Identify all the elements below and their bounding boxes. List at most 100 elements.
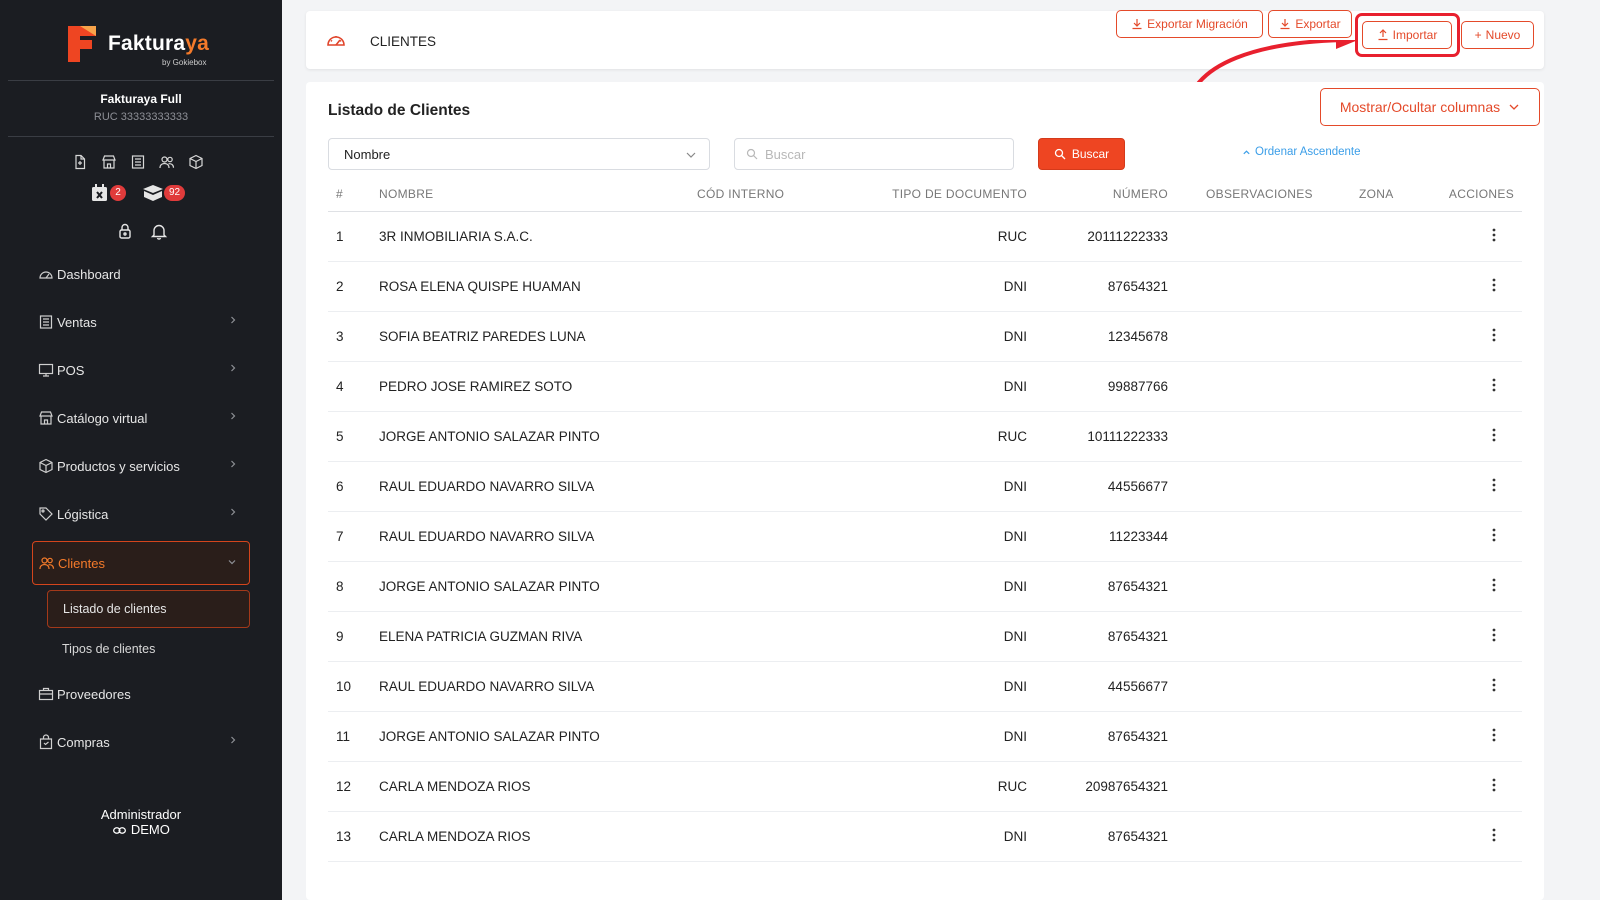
more-actions-icon[interactable] bbox=[1489, 377, 1499, 393]
sidebar-divider bbox=[8, 80, 274, 81]
table-row[interactable]: 9 ELENA PATRICIA GUZMAN RIVA DNI 87654321 bbox=[328, 612, 1522, 662]
box-icon[interactable] bbox=[188, 154, 204, 170]
document-number: 20987654321 bbox=[1085, 779, 1168, 794]
table-row[interactable]: 5 JORGE ANTONIO SALAZAR PINTO RUC 101112223… bbox=[328, 412, 1522, 462]
sidebar-item-catalogo-virtual[interactable]: Catálogo virtual bbox=[32, 396, 250, 440]
sidebar-subitem-label: Listado de clientes bbox=[63, 602, 167, 616]
client-name: ELENA PATRICIA GUZMAN RIVA bbox=[379, 629, 583, 644]
column-header[interactable]: NOMBRE bbox=[379, 187, 433, 201]
sidebar-item-clientes[interactable]: Clientes bbox=[32, 541, 250, 585]
column-header[interactable]: ZONA bbox=[1359, 187, 1394, 201]
document-number: 10111222333 bbox=[1087, 429, 1168, 444]
export-button[interactable]: Exportar bbox=[1268, 10, 1352, 38]
boxes-icon[interactable] bbox=[142, 184, 164, 202]
document-number: 87654321 bbox=[1107, 629, 1168, 644]
search-input[interactable] bbox=[734, 138, 1014, 170]
client-name: CARLA MENDOZA RIOS bbox=[379, 779, 531, 794]
column-header[interactable]: ACCIONES bbox=[1449, 187, 1514, 201]
document-type: DNI bbox=[1003, 679, 1027, 694]
table-row[interactable]: 10 RAUL EDUARDO NAVARRO SILVA DNI 44556677 bbox=[328, 662, 1522, 712]
sidebar-item-label: Catálogo virtual bbox=[57, 410, 148, 426]
download-icon bbox=[1132, 19, 1142, 30]
sidebar-item-ventas[interactable]: Ventas bbox=[32, 300, 250, 344]
sidebar-subitem-tipos-clientes[interactable]: Tipos de clientes bbox=[47, 630, 250, 668]
sidebar-item-label: Ventas bbox=[57, 314, 97, 330]
document-type: DNI bbox=[1003, 829, 1027, 844]
fakturaya-logo-icon bbox=[68, 26, 96, 62]
more-actions-icon[interactable] bbox=[1489, 427, 1499, 443]
store-icon[interactable] bbox=[101, 154, 117, 170]
bag-icon bbox=[39, 734, 53, 750]
row-index: 4 bbox=[336, 379, 344, 394]
client-name: CARLA MENDOZA RIOS bbox=[379, 829, 531, 844]
chevron-down-icon bbox=[1509, 104, 1519, 110]
receipt-icon bbox=[39, 315, 53, 329]
table-row[interactable]: 13 CARLA MENDOZA RIOS DNI 87654321 bbox=[328, 812, 1522, 862]
sidebar-item-label: POS bbox=[57, 362, 85, 378]
more-actions-icon[interactable] bbox=[1489, 477, 1499, 493]
user-name: Administrador bbox=[100, 807, 182, 822]
column-header[interactable]: OBSERVACIONES bbox=[1206, 187, 1313, 201]
table-row[interactable]: 7 RAUL EDUARDO NAVARRO SILVA DNI 11223344 bbox=[328, 512, 1522, 562]
more-actions-icon[interactable] bbox=[1489, 327, 1499, 343]
sort-ascending-link[interactable]: Ordenar Ascendente bbox=[1242, 146, 1361, 158]
table-row[interactable]: 3 SOFIA BEATRIZ PAREDES LUNA DNI 12345678 bbox=[328, 312, 1522, 362]
row-index: 1 bbox=[336, 229, 344, 244]
search-icon bbox=[1054, 148, 1066, 160]
users-icon[interactable] bbox=[159, 154, 175, 170]
file-icon[interactable] bbox=[72, 154, 88, 170]
sidebar-item-pos[interactable]: POS bbox=[32, 348, 250, 392]
more-actions-icon[interactable] bbox=[1489, 627, 1499, 643]
table-row[interactable]: 4 PEDRO JOSE RAMIREZ SOTO DNI 99887766 bbox=[328, 362, 1522, 412]
client-name: PEDRO JOSE RAMIREZ SOTO bbox=[379, 379, 573, 394]
new-client-button[interactable]: + Nuevo bbox=[1461, 21, 1534, 49]
column-header[interactable]: CÓD INTERNO bbox=[697, 187, 784, 201]
sidebar-item-proveedores[interactable]: Proveedores bbox=[32, 672, 250, 716]
document-number: 12345678 bbox=[1107, 329, 1168, 344]
more-actions-icon[interactable] bbox=[1489, 827, 1499, 843]
badge-row: 2 92 bbox=[90, 182, 200, 204]
sidebar-item-compras[interactable]: Compras bbox=[32, 720, 250, 764]
table-row[interactable]: 11 JORGE ANTONIO SALAZAR PINTO DNI 87654321 bbox=[328, 712, 1522, 762]
document-type: DNI bbox=[1003, 329, 1027, 344]
sidebar-item-logistica[interactable]: Lógistica bbox=[32, 492, 250, 536]
more-actions-icon[interactable] bbox=[1489, 277, 1499, 293]
brand-logo[interactable]: Fakturaya by Gokiebox bbox=[66, 24, 226, 72]
document-number: 87654321 bbox=[1107, 829, 1168, 844]
sidebar-item-productos[interactable]: Productos y servicios bbox=[32, 444, 250, 488]
filter-field-select[interactable]: Nombre bbox=[328, 138, 710, 170]
row-index: 9 bbox=[336, 629, 344, 644]
calendar-x-icon[interactable] bbox=[90, 184, 110, 202]
sidebar-subitem-listado-clientes[interactable]: Listado de clientes bbox=[47, 590, 250, 628]
row-index: 5 bbox=[336, 429, 344, 444]
more-actions-icon[interactable] bbox=[1489, 777, 1499, 793]
table-row[interactable]: 12 CARLA MENDOZA RIOS RUC 20987654321 bbox=[328, 762, 1522, 812]
sidebar-item-dashboard[interactable]: Dashboard bbox=[32, 252, 250, 296]
more-actions-icon[interactable] bbox=[1489, 227, 1499, 243]
table-row[interactable]: 8 JORGE ANTONIO SALAZAR PINTO DNI 87654321 bbox=[328, 562, 1522, 612]
bell-icon[interactable] bbox=[150, 222, 168, 240]
lock-icon[interactable] bbox=[116, 222, 134, 240]
table-row[interactable]: 6 RAUL EDUARDO NAVARRO SILVA DNI 44556677 bbox=[328, 462, 1522, 512]
toggle-columns-button[interactable]: Mostrar/Ocultar columnas bbox=[1320, 88, 1540, 126]
search-button[interactable]: Buscar bbox=[1038, 138, 1125, 170]
download-icon bbox=[1280, 19, 1290, 30]
table-row[interactable]: 1 3R INMOBILIARIA S.A.C. RUC 20111222333 bbox=[328, 212, 1522, 262]
document-type: DNI bbox=[1003, 579, 1027, 594]
chevron-right-icon bbox=[231, 316, 236, 324]
more-actions-icon[interactable] bbox=[1489, 577, 1499, 593]
export-migration-button[interactable]: Exportar Migración bbox=[1116, 10, 1263, 38]
client-name: JORGE ANTONIO SALAZAR PINTO bbox=[379, 579, 600, 594]
more-actions-icon[interactable] bbox=[1489, 527, 1499, 543]
document-number: 87654321 bbox=[1107, 579, 1168, 594]
column-header[interactable]: TIPO DE DOCUMENTO bbox=[892, 187, 1027, 201]
more-actions-icon[interactable] bbox=[1489, 677, 1499, 693]
sidebar-item-label: Dashboard bbox=[57, 266, 121, 282]
column-header[interactable]: NÚMERO bbox=[1113, 187, 1168, 201]
quick-icons bbox=[72, 154, 204, 170]
company-ruc: RUC 33333333333 bbox=[93, 111, 189, 123]
receipt-icon[interactable] bbox=[130, 154, 146, 170]
table-row[interactable]: 2 ROSA ELENA QUISPE HUAMAN DNI 87654321 bbox=[328, 262, 1522, 312]
column-header[interactable]: # bbox=[336, 187, 343, 201]
more-actions-icon[interactable] bbox=[1489, 727, 1499, 743]
